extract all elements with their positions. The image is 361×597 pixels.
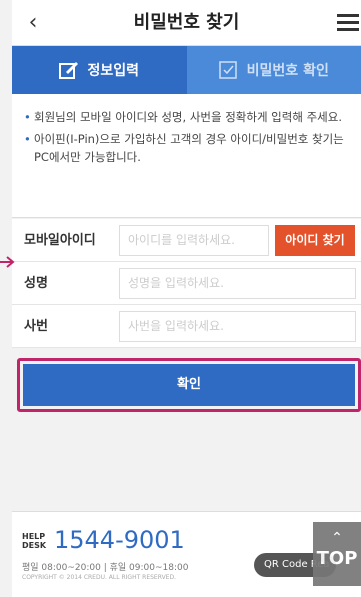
mobile-id-input[interactable]: 아이디를 입력하세요. <box>119 225 269 256</box>
tab-label: 정보입력 <box>87 63 140 79</box>
confirm-highlight: 확인 <box>17 358 361 412</box>
notice-line: 아이핀(I-Pin)으로 가입하신 고객의 경우 아이디/비밀번호 찾기는 PC… <box>24 130 349 166</box>
confirm-button[interactable]: 확인 <box>23 364 355 406</box>
mobile-id-row: 모바일아이디 아이디를 입력하세요. 아이디 찾기 <box>12 219 361 262</box>
footer: HELP DESK 1544-9001 평일 08:00~20:00 | 휴일 … <box>12 511 361 597</box>
copyright: COPYRIGHT © 2014 CREDU. ALL RIGHT RESERV… <box>22 574 176 581</box>
tab-label: 비밀번호 확인 <box>246 63 329 79</box>
name-row: 성명 성명을 입력하세요. <box>12 262 361 305</box>
step-tabs: 정보입력 비밀번호 확인 <box>12 46 361 94</box>
name-label: 성명 <box>24 276 48 291</box>
top-label: TOP <box>316 548 358 569</box>
tab-password-confirm[interactable]: 비밀번호 확인 <box>186 46 361 94</box>
pointer-arrow-icon <box>0 256 15 268</box>
hamburger-menu-icon[interactable] <box>337 14 359 32</box>
find-password-form: 모바일아이디 아이디를 입력하세요. 아이디 찾기 성명 성명을 입력하세요. … <box>12 219 361 348</box>
tab-info-input[interactable]: 정보입력 <box>12 46 187 94</box>
employee-number-input[interactable]: 사번을 입력하세요. <box>119 311 356 342</box>
employee-number-label: 사번 <box>24 319 48 334</box>
help-desk-label: HELP DESK <box>22 532 47 550</box>
checkbox-icon <box>218 61 239 79</box>
edit-checkbox-icon <box>59 61 79 79</box>
chevron-up-icon: ⌃ <box>331 530 343 546</box>
notice-box: 회원님의 모바일 아이디와 성명, 사번을 정확하게 입력해 주세요. 아이핀(… <box>12 94 361 218</box>
find-id-button[interactable]: 아이디 찾기 <box>275 225 355 256</box>
help-desk-phone[interactable]: 1544-9001 <box>54 526 185 554</box>
mobile-id-label: 모바일아이디 <box>24 233 96 248</box>
scroll-top-button[interactable]: ⌃ TOP <box>313 522 361 586</box>
page-title: 비밀번호 찾기 <box>133 12 240 33</box>
help-desk-hours: 평일 08:00~20:00 | 휴일 09:00~18:00 <box>22 563 189 573</box>
page-frame: ‹ 비밀번호 찾기 정보입력 비밀번호 확인 회원님의 모바일 아이디와 성명,… <box>12 0 361 597</box>
name-input[interactable]: 성명을 입력하세요. <box>119 268 356 299</box>
header: ‹ 비밀번호 찾기 <box>12 0 361 46</box>
notice-line: 회원님의 모바일 아이디와 성명, 사번을 정확하게 입력해 주세요. <box>24 108 349 126</box>
employee-number-row: 사번 사번을 입력하세요. <box>12 305 361 348</box>
